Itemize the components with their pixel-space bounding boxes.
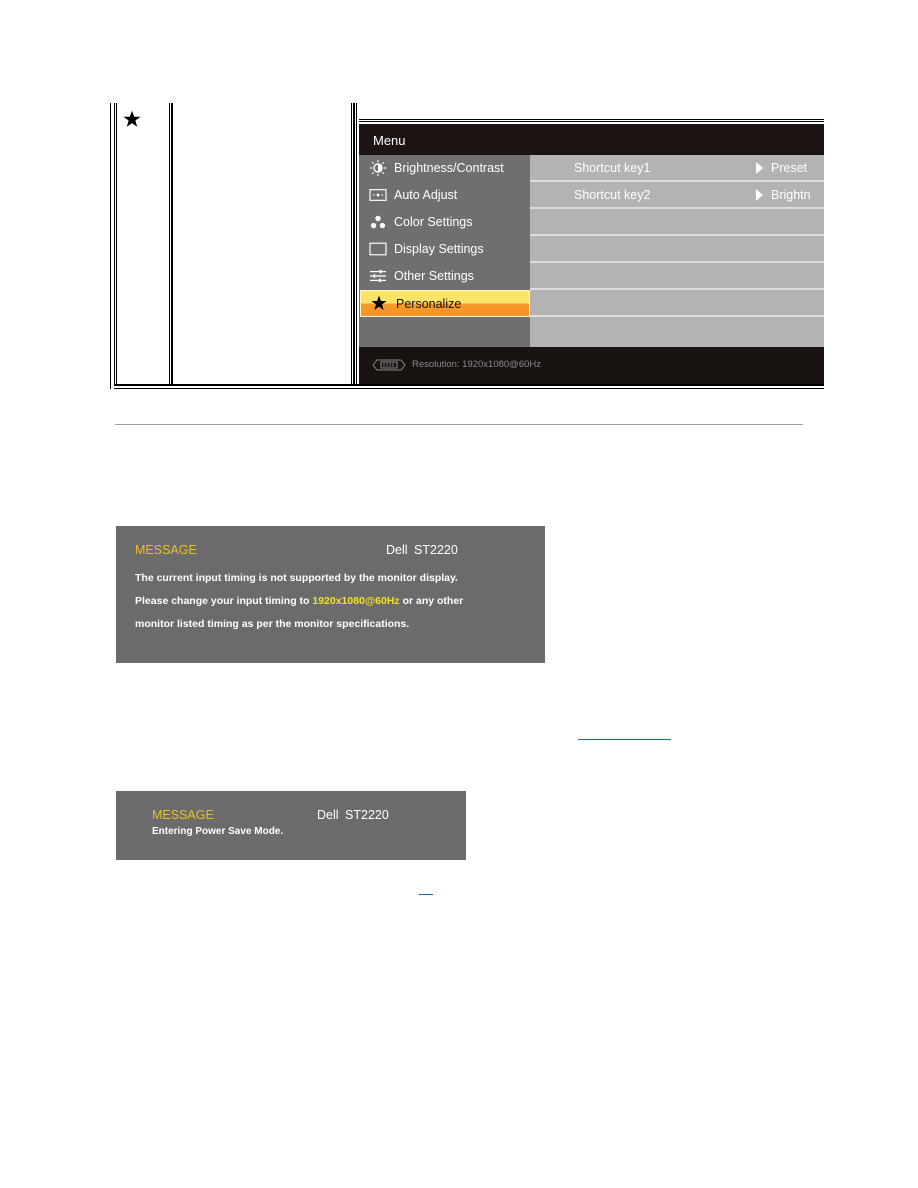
osd-top-border: [359, 119, 824, 122]
menu-item-label: Display Settings: [394, 242, 484, 256]
personalize-table: Menu Brightness/Contrast Auto Adjust Col…: [110, 103, 824, 389]
brightness-icon: [370, 160, 386, 176]
message-title: MESSAGE: [152, 808, 214, 822]
display-settings-icon: [369, 242, 387, 256]
menu-item-label: Other Settings: [394, 269, 474, 283]
arrow-right-icon: [756, 162, 763, 174]
submenu-value: Preset: [771, 161, 808, 175]
submenu-row-empty: [530, 290, 824, 317]
osd-footer: Resolution: 1920x1080@60Hz: [359, 347, 824, 384]
message-body: The current input timing is not supporte…: [135, 567, 463, 636]
message-line: The current input timing is not supporte…: [135, 572, 458, 584]
icon-cell: [114, 103, 172, 385]
menu-item-label: Brightness/Contrast: [394, 161, 504, 175]
section-divider: [115, 424, 803, 425]
osd-submenu: Shortcut key1 Preset Shortcut key2 Brigh…: [530, 155, 824, 347]
color-settings-icon: [370, 215, 386, 229]
message-body: Entering Power Save Mode.: [152, 825, 283, 839]
menu-item-brightness-contrast[interactable]: Brightness/Contrast: [359, 155, 530, 182]
menu-item-display-settings[interactable]: Display Settings: [359, 236, 530, 263]
submenu-row-empty: [530, 209, 824, 236]
vga-connector-icon: [372, 359, 406, 371]
message-model: Dell ST2220: [317, 808, 389, 822]
message-text: or any other: [399, 595, 464, 607]
power-save-message: MESSAGE Dell ST2220 Entering Power Save …: [116, 791, 466, 860]
message-line: Entering Power Save Mode.: [152, 826, 284, 837]
auto-adjust-icon: [369, 189, 387, 201]
osd-menu: Menu Brightness/Contrast Auto Adjust Col…: [359, 119, 824, 384]
arrow-right-icon: [756, 189, 763, 201]
star-icon: [371, 295, 387, 310]
menu-item-label: Auto Adjust: [394, 188, 458, 202]
menu-item-auto-adjust[interactable]: Auto Adjust: [359, 182, 530, 209]
model-name: ST2220: [414, 543, 458, 557]
link[interactable]: [419, 894, 433, 895]
star-icon: [123, 110, 141, 127]
resolution-text: Resolution: 1920x1080@60Hz: [412, 359, 542, 370]
table-border: [114, 385, 824, 389]
message-line: Please change your input timing to 1920x…: [135, 590, 463, 613]
brand-name: Dell: [386, 543, 408, 557]
highlighted-timing: 1920x1080@60Hz: [312, 595, 400, 607]
menu-item-other-settings[interactable]: Other Settings: [359, 263, 530, 290]
osd-main-menu: Brightness/Contrast Auto Adjust Color Se…: [359, 155, 530, 347]
message-title: MESSAGE: [135, 543, 197, 557]
description-cell: [172, 103, 354, 385]
submenu-row-shortcut-key2[interactable]: Shortcut key2 Brightn: [530, 182, 824, 209]
message-model: Dell ST2220: [386, 543, 458, 557]
brand-name: Dell: [317, 808, 339, 822]
submenu-label: Shortcut key2: [574, 188, 651, 202]
image-cell: Menu Brightness/Contrast Auto Adjust Col…: [354, 103, 824, 385]
unsupported-timing-message: MESSAGE Dell ST2220 The current input ti…: [116, 526, 545, 663]
message-text: Please change your input timing to: [135, 595, 313, 607]
other-settings-icon: [370, 269, 386, 283]
link[interactable]: [578, 739, 671, 740]
submenu-label: Shortcut key1: [574, 161, 651, 175]
submenu-row-shortcut-key1[interactable]: Shortcut key1 Preset: [530, 155, 824, 182]
submenu-row-empty: [530, 263, 824, 290]
message-line: monitor listed timing as per the monitor…: [135, 618, 410, 630]
osd-header: Menu: [359, 124, 824, 155]
model-name: ST2220: [345, 808, 389, 822]
menu-item-color-settings[interactable]: Color Settings: [359, 209, 530, 236]
menu-item-label: Personalize: [396, 297, 462, 311]
submenu-value: Brightn: [771, 188, 811, 202]
osd-title: Menu: [373, 133, 406, 148]
menu-item-label: Color Settings: [394, 215, 473, 229]
menu-item-personalize[interactable]: Personalize: [360, 290, 530, 317]
submenu-row-empty: [530, 236, 824, 263]
